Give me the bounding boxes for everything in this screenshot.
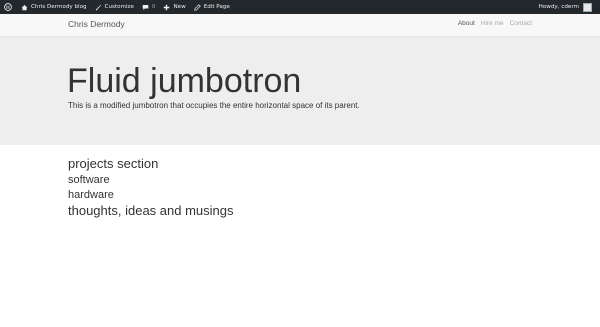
plus-icon bbox=[163, 4, 170, 11]
wordpress-logo-icon[interactable]: W bbox=[0, 0, 17, 14]
admin-bar: W Chris Dermody blog Customize 0 New Edi… bbox=[0, 0, 600, 14]
hardware-heading: hardware bbox=[68, 189, 114, 202]
jumbotron-lead: This is a modified jumbotron that occupi… bbox=[68, 101, 360, 110]
new-content-button[interactable]: New bbox=[159, 0, 189, 14]
comment-icon bbox=[142, 4, 149, 11]
nav-links: About Hire me Contact bbox=[458, 20, 532, 27]
comments-button[interactable]: 0 bbox=[138, 0, 160, 14]
edit-page-label: Edit Page bbox=[203, 4, 230, 10]
projects-heading: projects section bbox=[68, 156, 159, 171]
software-heading: software bbox=[68, 174, 110, 187]
nav-link-contact[interactable]: Contact bbox=[510, 20, 532, 27]
new-label: New bbox=[173, 4, 186, 10]
admin-bar-site-link[interactable]: Chris Dermody blog bbox=[17, 0, 91, 14]
my-account-menu[interactable]: Howdy, cderm bbox=[538, 2, 600, 12]
customize-button[interactable]: Customize bbox=[91, 0, 138, 14]
thoughts-heading: thoughts, ideas and musings bbox=[68, 203, 234, 219]
nav-link-about[interactable]: About bbox=[458, 20, 475, 27]
jumbotron-title: Fluid jumbotron bbox=[67, 62, 302, 100]
customize-label: Customize bbox=[104, 4, 134, 10]
jumbotron: Fluid jumbotron This is a modified jumbo… bbox=[0, 37, 600, 145]
pencil-icon bbox=[193, 3, 201, 11]
brush-icon bbox=[95, 4, 102, 11]
svg-text:W: W bbox=[6, 5, 11, 11]
avatar bbox=[583, 2, 592, 12]
comments-count: 0 bbox=[151, 4, 156, 10]
main-content: projects section software hardware thoug… bbox=[68, 156, 234, 219]
site-name: Chris Dermody blog bbox=[31, 4, 87, 10]
home-icon bbox=[21, 4, 28, 11]
greeting: Howdy, cderm bbox=[538, 4, 579, 10]
site-brand-link[interactable]: Chris Dermody bbox=[68, 19, 125, 29]
edit-page-button[interactable]: Edit Page bbox=[190, 0, 234, 14]
site-navbar: Chris Dermody About Hire me Contact bbox=[0, 14, 600, 37]
nav-link-hire-me[interactable]: Hire me bbox=[481, 20, 504, 27]
